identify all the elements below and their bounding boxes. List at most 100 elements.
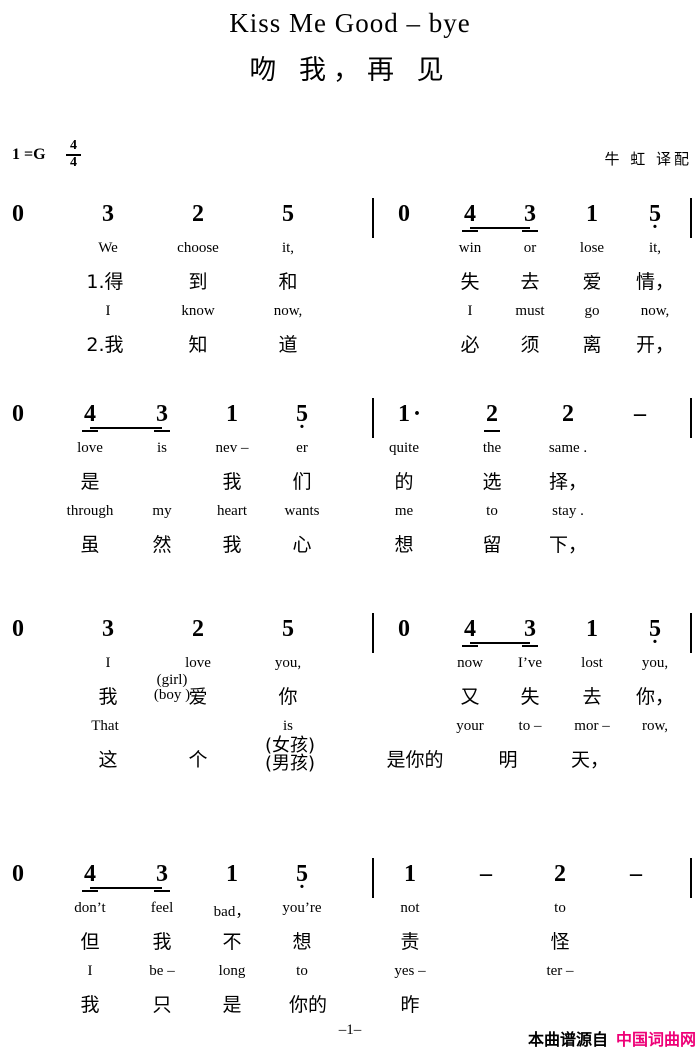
note-glyph: – [480, 861, 492, 887]
note-number: 2 [479, 400, 505, 432]
lyric-melisma: 你的 [405, 749, 444, 771]
note-glyph: 0 [12, 401, 24, 427]
note-number: 3 [517, 615, 543, 647]
lyric-syllable: 想 [394, 534, 414, 556]
lyric-syllable: row, [641, 718, 669, 734]
lyric-syllable: 又 [460, 686, 480, 708]
lyric-syllable: 留 [482, 534, 502, 556]
note-row: 0 3 2 5 0 4 3 1 5 · [0, 613, 700, 655]
note-glyph: 2 [562, 401, 574, 427]
arranger-credit: 牛 虹 译配 [604, 150, 692, 168]
note-number: 0 [5, 200, 31, 228]
lyric-syllable: 你 [278, 686, 298, 708]
note-number: 1 [219, 860, 245, 888]
note-glyph: 0 [398, 616, 410, 642]
note-number: 2 [547, 860, 573, 888]
note-number: 3 [95, 615, 121, 643]
barline [690, 858, 692, 898]
note-glyph: 4 [82, 401, 98, 432]
lyric-syllable: be – [149, 963, 175, 979]
note-sustain-dash: – [627, 400, 653, 428]
page-title-chinese: 吻 我，再 见 [249, 55, 451, 86]
barline [372, 613, 374, 653]
music-system: 0 4 3 1 5 · 1–2– don’t feel bad， you’re not to 但我不想责怪… [0, 858, 700, 1026]
lyric-syllable: 你的 [288, 994, 328, 1016]
lyric-line-cn: 这 个 是你的 明 天， [0, 745, 700, 781]
lyric-line-en: through my heart wants me to stay . [0, 503, 700, 530]
lyric-syllable: That [91, 718, 119, 734]
lyric-syllable: feel [150, 900, 174, 916]
note-glyph: 4 [462, 201, 478, 232]
lyric-line-cn: 2.我 知 道 必 须 离 开， [0, 330, 700, 366]
lyric-syllable: now, [273, 303, 303, 319]
lyric-syllable: heart [217, 503, 247, 519]
note-row: 0 3 2 5 0 4 3 1 5 · [0, 198, 700, 240]
note-number: 4 [457, 615, 483, 647]
note-number: 1 [579, 200, 605, 228]
key-signature: 1 =G [12, 146, 46, 163]
lyric-syllable: 心 [292, 534, 312, 556]
note-number: 0 [5, 400, 31, 428]
lyric-syllable: you, [274, 655, 302, 671]
note-number: 5 · [289, 860, 315, 897]
lyric-syllable: 然 [152, 534, 172, 556]
lyric-syllable: ter – [546, 963, 574, 979]
note-glyph: 1 [226, 401, 238, 427]
note-glyph: 3 [102, 616, 114, 642]
lyric-syllable: your [456, 718, 484, 734]
note-glyph: 1 [586, 201, 598, 227]
lyric-syllable: through [66, 503, 114, 519]
note-number: 0 [391, 615, 417, 643]
lyric-line-cn: 我 爱 你 又 失 去 你， [0, 682, 700, 718]
lyric-syllable: 我 [222, 534, 242, 556]
lyric-syllable: lose [579, 240, 605, 256]
octave-dot-low-icon: · [651, 631, 659, 653]
lyric-syllable: 必 [460, 334, 480, 356]
note-number: 3 [149, 860, 175, 892]
lyric-syllable: mor – [574, 718, 610, 734]
note-glyph: – [630, 861, 642, 887]
lyric-syllable: don’t [74, 900, 106, 916]
note-glyph: 1 [404, 861, 416, 887]
lyric-syllable: 离 [582, 334, 602, 356]
lyric-syllable: 去 [520, 271, 540, 293]
note-glyph: 1 [398, 400, 421, 428]
note-number: 4 [457, 200, 483, 232]
lyric-syllable: 明 [498, 749, 518, 771]
lyric-syllable: 想 [292, 931, 312, 953]
note-number: 2 [555, 400, 581, 428]
lyric-syllable: wants [284, 503, 320, 519]
lyric-syllable: choose [177, 240, 219, 256]
lyric-syllable: 是 [222, 994, 242, 1016]
page-title-english: Kiss Me Good – bye [229, 8, 471, 38]
barline [690, 613, 692, 653]
lyric-syllable: 道 [278, 334, 298, 356]
lyric-syllable: 去 [582, 686, 602, 708]
lyric-syllable: er [296, 440, 308, 456]
note-glyph: – [634, 401, 646, 427]
lyric-syllable: I [105, 655, 111, 671]
music-system: 0 3 2 5 0 4 3 1 5 · We choose it, win or lose it, 1.得 到 和 失 去… [0, 198, 700, 366]
note-glyph: 5 [282, 201, 294, 227]
lyric-syllable: 是你的 [386, 749, 444, 771]
note-number: 0 [5, 615, 31, 643]
lyric-syllable: 我 [152, 931, 172, 953]
lyric-syllable: 1.得 [86, 271, 124, 293]
lyric-syllable: must [515, 303, 545, 319]
lyric-syllable: 2.我 [86, 334, 124, 356]
lyric-syllable: 开， [635, 334, 675, 356]
lyric-syllable: 我 [222, 471, 242, 493]
lyric-line-en: love is nev – er quite the same . [0, 440, 700, 467]
lyric-syllable: 责 [400, 931, 420, 953]
lyric-syllable: same . [548, 440, 588, 456]
note-number: 4 [77, 400, 103, 432]
lyric-alternate-option: (boy ) [153, 687, 191, 703]
lyric-syllable: it, [281, 240, 295, 256]
lyric-alternate-stack: (girl) (boy ) [154, 673, 190, 703]
note-glyph: 3 [154, 401, 170, 432]
music-system: 04315·122–loveisnev –erquitethesame .是我们… [0, 398, 700, 566]
octave-dot-low-icon: · [651, 216, 659, 238]
lyric-syllable: now, [640, 303, 670, 319]
lyric-syllable: love [185, 655, 211, 671]
note-number: 3 [517, 200, 543, 232]
